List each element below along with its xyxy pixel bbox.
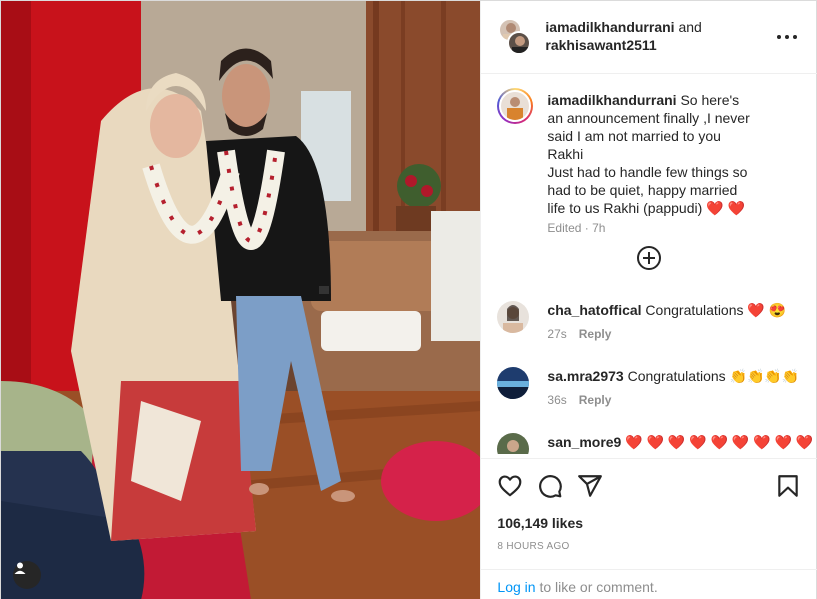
more-dot xyxy=(777,35,782,39)
comment-text: san_more9 ❤️ ❤️ ❤️ ❤️ ❤️ ❤️ ❤️ ❤️ ❤️ xyxy=(547,433,814,451)
comment-username[interactable]: san_more9 xyxy=(547,434,621,450)
login-bar: Log in to like or comment. xyxy=(481,569,817,599)
comment-body: ❤️ ❤️ ❤️ ❤️ ❤️ ❤️ ❤️ ❤️ ❤️ xyxy=(621,434,814,450)
post-side-panel: iamadilkhandurrani and rakhisawant2511 i… xyxy=(480,1,817,599)
comment-meta: 36s Reply xyxy=(547,393,611,407)
reply-button[interactable]: Reply xyxy=(579,327,612,341)
wedding-photo-illustration xyxy=(1,1,481,599)
avatar[interactable] xyxy=(497,367,530,399)
post-dialog: iamadilkhandurrani and rakhisawant2511 i… xyxy=(0,0,817,599)
share-icon[interactable] xyxy=(577,473,603,499)
caption-meta: Edited · 7h xyxy=(547,221,606,235)
comment-icon[interactable] xyxy=(537,473,563,499)
login-rest-text: to like or comment. xyxy=(535,579,658,595)
header-and-text: and xyxy=(678,19,702,35)
login-prompt: Log in to like or comment. xyxy=(497,579,657,595)
user-icon xyxy=(14,562,26,574)
load-more-comments-button[interactable] xyxy=(637,246,662,270)
likes-count[interactable]: 106,149 likes xyxy=(497,515,583,531)
comments-section[interactable]: iamadilkhandurrani So here's an announce… xyxy=(481,74,817,454)
comment-username[interactable]: sa.mra2973 xyxy=(547,368,623,384)
header-usernames: iamadilkhandurrani and rakhisawant2511 xyxy=(545,18,765,54)
comment-time: 27s xyxy=(547,327,567,341)
bookmark-icon[interactable] xyxy=(775,473,801,499)
caption-username[interactable]: iamadilkhandurrani xyxy=(547,92,676,108)
reply-button[interactable]: Reply xyxy=(579,393,612,407)
comment-text: cha_hatoffical Congratulations ❤️ 😍 xyxy=(547,301,812,319)
caption-body: So here's an announcement finally ,I nev… xyxy=(547,92,750,216)
collab-avatars[interactable] xyxy=(497,19,532,55)
header-username-1[interactable]: iamadilkhandurrani xyxy=(545,19,674,35)
avatar[interactable] xyxy=(507,31,532,55)
more-options-button[interactable] xyxy=(777,29,798,45)
heart-outline-icon[interactable] xyxy=(497,473,523,499)
post-actions: 106,149 likes 8 HOURS AGO Log in to like… xyxy=(481,458,817,599)
more-dot xyxy=(785,35,790,39)
header-username-2[interactable]: rakhisawant2511 xyxy=(545,37,656,53)
comment-body: Congratulations 👏👏👏👏 xyxy=(623,368,800,384)
post-header: iamadilkhandurrani and rakhisawant2511 xyxy=(481,1,817,74)
caption-avatar[interactable] xyxy=(497,88,534,124)
avatar[interactable] xyxy=(497,433,530,454)
tagged-users-button[interactable] xyxy=(13,561,41,589)
caption-text: iamadilkhandurrani So here's an announce… xyxy=(547,91,757,217)
login-link[interactable]: Log in xyxy=(497,579,535,595)
avatar[interactable] xyxy=(497,301,530,333)
comment-text: sa.mra2973 Congratulations 👏👏👏👏 xyxy=(547,367,812,385)
comment-meta: 27s Reply xyxy=(547,327,611,341)
more-dot xyxy=(793,35,798,39)
action-buttons-row xyxy=(497,473,801,499)
post-photo[interactable] xyxy=(1,1,481,599)
comment-body: Congratulations ❤️ 😍 xyxy=(641,302,787,318)
comment-username[interactable]: cha_hatoffical xyxy=(547,302,641,318)
post-timestamp[interactable]: 8 HOURS AGO xyxy=(497,541,569,552)
comment-time: 36s xyxy=(547,393,567,407)
plus-icon xyxy=(643,252,656,264)
